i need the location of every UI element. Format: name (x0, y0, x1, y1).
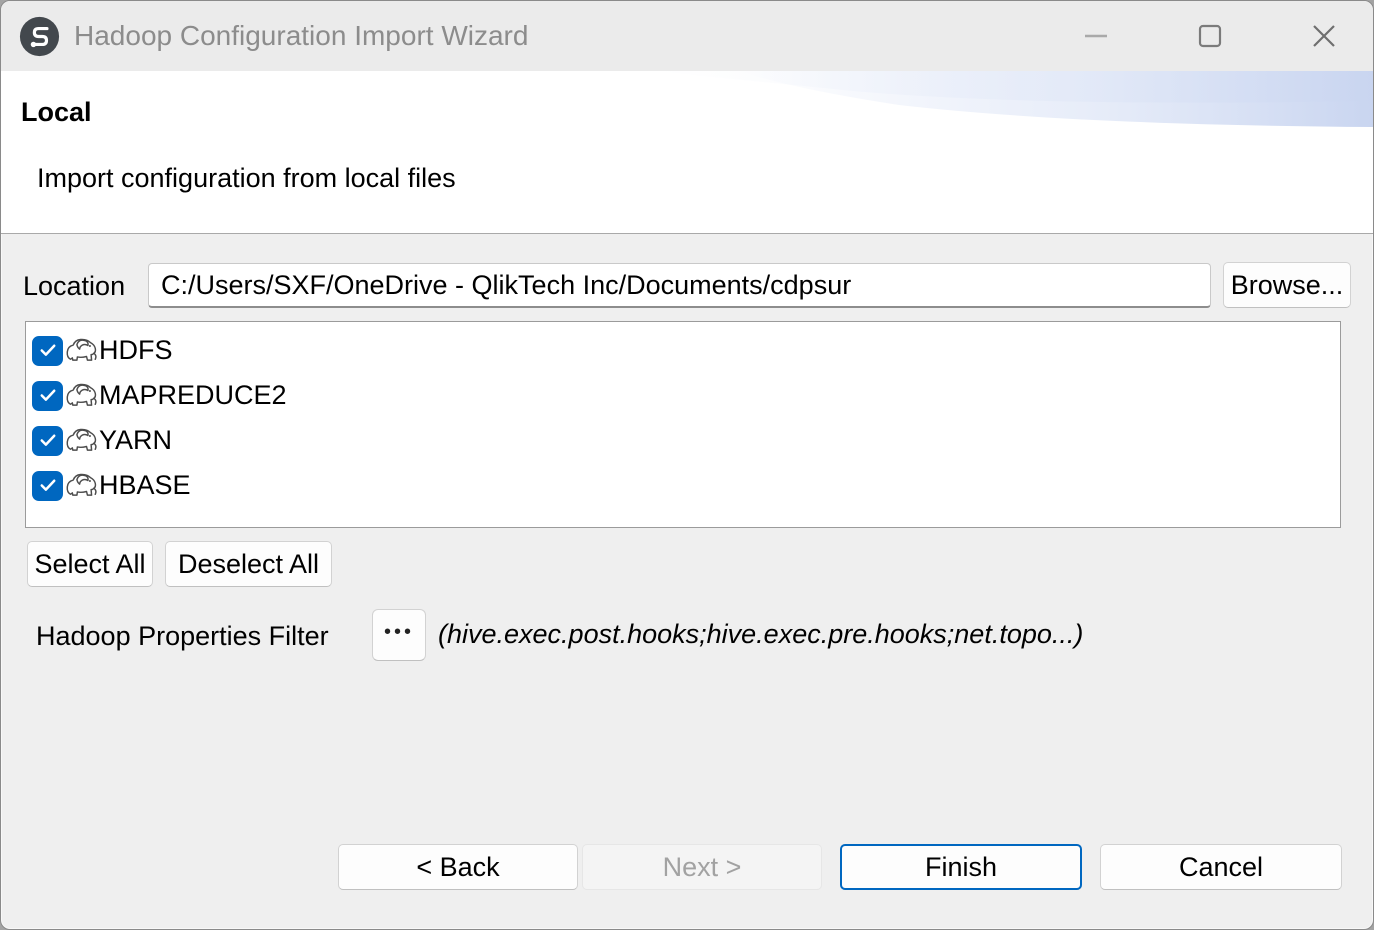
next-button[interactable]: Next > (582, 844, 822, 890)
minimize-button[interactable] (1065, 9, 1127, 63)
close-button[interactable] (1293, 9, 1355, 63)
window-controls (1065, 1, 1355, 71)
finish-button[interactable]: Finish (840, 844, 1082, 890)
wizard-header: Local Import configuration from local fi… (1, 71, 1373, 234)
service-row[interactable]: YARN (32, 418, 1340, 463)
services-list[interactable]: HDFS MAPREDUCE2 (25, 321, 1341, 528)
service-checkbox[interactable] (32, 471, 63, 501)
properties-filter-value: (hive.exec.post.hooks;hive.exec.pre.hook… (438, 619, 1083, 650)
service-row[interactable]: MAPREDUCE2 (32, 373, 1340, 418)
hadoop-elephant-icon (65, 472, 98, 500)
service-row[interactable]: HDFS (32, 328, 1340, 373)
service-label: MAPREDUCE2 (99, 380, 287, 411)
maximize-icon (1197, 23, 1223, 49)
service-checkbox[interactable] (32, 381, 63, 411)
cancel-button[interactable]: Cancel (1100, 844, 1342, 890)
checkmark-icon (39, 478, 57, 493)
checkmark-icon (39, 433, 57, 448)
titlebar: Hadoop Configuration Import Wizard (1, 1, 1373, 71)
maximize-button[interactable] (1179, 9, 1241, 63)
service-checkbox[interactable] (32, 336, 63, 366)
hadoop-elephant-icon (65, 427, 98, 455)
checkmark-icon (39, 343, 57, 358)
wizard-window: Hadoop Configuration Import Wizard (0, 0, 1374, 930)
location-input[interactable] (148, 263, 1211, 308)
select-all-button[interactable]: Select All (27, 541, 153, 587)
service-checkbox[interactable] (32, 426, 63, 456)
service-label: HDFS (99, 335, 173, 366)
back-button[interactable]: < Back (338, 844, 578, 890)
checkmark-icon (39, 388, 57, 403)
hadoop-elephant-icon (65, 382, 98, 410)
properties-filter-ellipsis-button[interactable]: ••• (372, 609, 426, 661)
deselect-all-button[interactable]: Deselect All (165, 541, 332, 587)
service-row[interactable]: HBASE (32, 463, 1340, 508)
app-icon (19, 16, 60, 57)
location-label: Location (23, 271, 125, 302)
browse-button[interactable]: Browse... (1223, 262, 1351, 308)
close-icon (1311, 23, 1337, 49)
service-label: HBASE (99, 470, 191, 501)
properties-filter-label: Hadoop Properties Filter (36, 621, 329, 652)
minimize-icon (1083, 23, 1109, 49)
hadoop-elephant-icon (65, 337, 98, 365)
window-title: Hadoop Configuration Import Wizard (74, 20, 528, 52)
service-label: YARN (99, 425, 172, 456)
banner-swoosh-decoration (653, 71, 1373, 129)
page-subtitle: Import configuration from local files (37, 163, 456, 194)
page-title: Local (21, 97, 92, 128)
